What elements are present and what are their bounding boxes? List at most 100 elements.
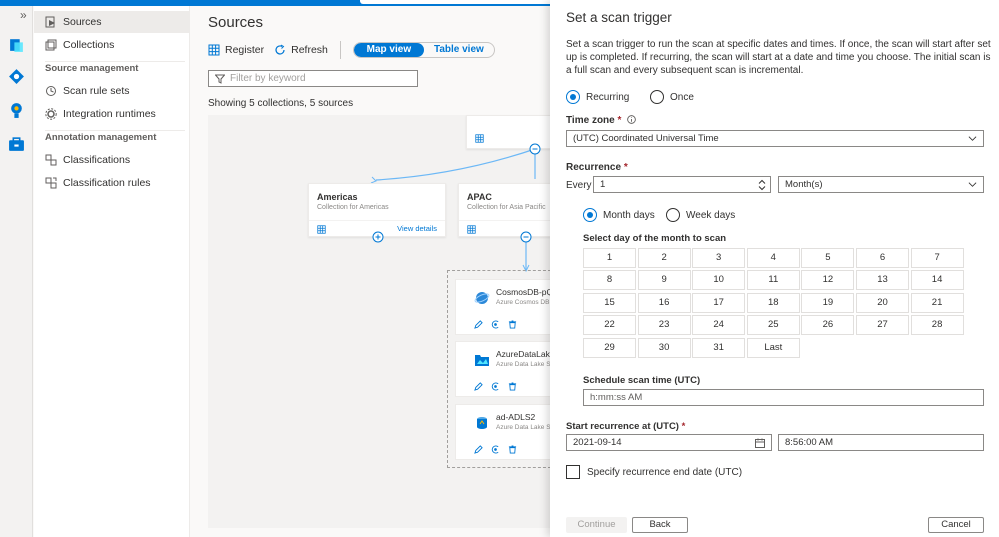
edit-icon[interactable]	[474, 382, 483, 391]
delete-icon[interactable]	[508, 382, 517, 391]
day-cell[interactable]: 27	[856, 315, 909, 336]
day-cell[interactable]: 5	[801, 248, 855, 268]
classification-rules-icon	[45, 177, 57, 189]
day-cell[interactable]: 26	[801, 315, 855, 336]
register-button[interactable]: Register	[208, 44, 264, 56]
expand-rail-icon[interactable]: »	[20, 8, 27, 22]
map-canvas[interactable]: Americas Collection for Americas View de…	[208, 115, 580, 528]
day-cell[interactable]: 15	[583, 292, 636, 313]
collapse-node-icon[interactable]	[529, 143, 541, 155]
day-cell[interactable]: 13	[856, 270, 909, 291]
day-cell[interactable]: 31	[692, 337, 746, 358]
day-cell[interactable]: 19	[801, 292, 855, 313]
stepper-arrows-icon[interactable]	[758, 179, 766, 191]
required-marker: *	[623, 162, 628, 173]
time-zone-dropdown[interactable]: (UTC) Coordinated Universal Time	[566, 130, 984, 147]
day-cell[interactable]: 28	[910, 315, 964, 336]
refresh-button[interactable]: Refresh	[274, 44, 328, 56]
once-radio[interactable]: Once	[650, 90, 694, 104]
day-cell[interactable]: 2	[637, 248, 691, 268]
view-details-link[interactable]: View details	[397, 224, 437, 233]
data-map-icon[interactable]	[8, 68, 25, 85]
delete-icon[interactable]	[508, 445, 517, 454]
day-cell[interactable]: 18	[746, 292, 800, 313]
continue-button[interactable]: Continue	[566, 517, 627, 533]
day-cell[interactable]: 16	[637, 292, 691, 313]
map-view-toggle[interactable]: Map view	[353, 43, 424, 57]
start-date-input[interactable]: 2021-09-14	[566, 434, 772, 451]
source-card-cosmosdb[interactable]: CosmosDB-pQc Azure Cosmos DB (SQL API)	[455, 279, 580, 335]
recurrence-unit-dropdown[interactable]: Month(s)	[778, 176, 984, 193]
week-days-radio[interactable]: Week days	[666, 208, 735, 222]
left-nav: Sources Collections Source management Sc…	[34, 6, 190, 537]
day-cell[interactable]: 4	[746, 248, 800, 268]
radio-label: Month days	[603, 209, 655, 221]
scan-icon[interactable]	[491, 382, 500, 391]
collection-card-americas[interactable]: Americas Collection for Americas View de…	[308, 183, 446, 237]
day-cell[interactable]: 9	[637, 270, 691, 291]
day-cell[interactable]: 12	[801, 270, 855, 291]
calendar-icon[interactable]	[755, 438, 765, 448]
day-cell[interactable]: 11	[746, 270, 800, 291]
chevron-down-icon	[968, 136, 977, 141]
day-cell[interactable]: 24	[692, 315, 746, 336]
day-cell[interactable]: 14	[910, 270, 964, 291]
data-catalog-icon[interactable]	[8, 36, 25, 53]
scan-icon[interactable]	[491, 445, 500, 454]
day-cell[interactable]: 21	[910, 292, 964, 313]
back-button[interactable]: Back	[632, 517, 688, 533]
delete-icon[interactable]	[508, 320, 517, 329]
storage-icon	[477, 417, 487, 429]
collection-title: APAC	[467, 192, 492, 202]
classifications-icon	[45, 154, 57, 166]
nav-item-integration-runtimes[interactable]: Integration runtimes	[34, 103, 190, 125]
day-cell[interactable]: 7	[910, 248, 964, 268]
end-date-checkbox[interactable]: Specify recurrence end date (UTC)	[566, 465, 742, 479]
day-cell[interactable]: 17	[692, 292, 746, 313]
cancel-button[interactable]: Cancel	[928, 517, 984, 533]
global-search-box[interactable]	[360, 0, 556, 4]
nav-item-scan-rule-sets[interactable]: Scan rule sets	[34, 80, 190, 102]
collapse-node-icon[interactable]	[520, 231, 532, 243]
source-card-azuredatalake[interactable]: AzureDataLakeS Azure Data Lake Storage	[455, 341, 569, 397]
insights-icon[interactable]	[8, 102, 25, 119]
required-marker: *	[681, 421, 686, 432]
day-cell[interactable]: 3	[692, 248, 746, 268]
day-cell[interactable]: 29	[583, 337, 636, 358]
edit-icon[interactable]	[474, 445, 483, 454]
nav-item-classification-rules[interactable]: Classification rules	[34, 172, 190, 194]
edit-icon[interactable]	[474, 320, 483, 329]
source-card-ad-adls2[interactable]: ad-ADLS2 Azure Data Lake Storage	[455, 404, 569, 460]
day-cell[interactable]: 30	[637, 337, 691, 358]
label-text: Start recurrence at (UTC)	[566, 421, 679, 432]
nav-heading-annotation-management: Annotation management	[45, 132, 157, 143]
info-icon[interactable]	[627, 115, 637, 124]
scan-icon[interactable]	[491, 320, 500, 329]
day-cell[interactable]: 1	[583, 248, 636, 268]
collection-card-apac[interactable]: APAC Collection for Asia Pacific	[458, 183, 551, 237]
every-stepper[interactable]: 1	[593, 176, 771, 193]
day-cell[interactable]: 6	[856, 248, 909, 268]
source-actions	[474, 445, 517, 454]
schedule-time-input[interactable]: h:mm:ss AM	[583, 389, 984, 406]
start-time-input[interactable]: 8:56:00 AM	[778, 434, 984, 451]
day-cell[interactable]: 10	[692, 270, 746, 291]
radio-label: Recurring	[586, 91, 630, 103]
table-view-toggle[interactable]: Table view	[424, 43, 494, 57]
expand-node-icon[interactable]	[372, 231, 384, 243]
nav-item-sources[interactable]: Sources	[34, 11, 190, 33]
nav-item-collections[interactable]: Collections	[34, 34, 190, 56]
day-cell[interactable]: 23	[637, 315, 691, 336]
collection-subtitle: Collection for Americas	[317, 204, 389, 211]
data-lake-icon	[475, 355, 489, 366]
day-cell[interactable]: 20	[856, 292, 909, 313]
day-cell[interactable]: 25	[746, 315, 800, 336]
recurring-radio[interactable]: Recurring	[566, 90, 629, 104]
day-cell[interactable]: 22	[583, 315, 636, 336]
management-icon[interactable]	[8, 136, 25, 153]
filter-input[interactable]: Filter by keyword	[208, 70, 418, 87]
nav-item-classifications[interactable]: Classifications	[34, 149, 190, 171]
day-cell[interactable]: 8	[583, 270, 636, 291]
month-days-radio[interactable]: Month days	[583, 208, 655, 222]
day-cell[interactable]: Last	[746, 337, 800, 358]
